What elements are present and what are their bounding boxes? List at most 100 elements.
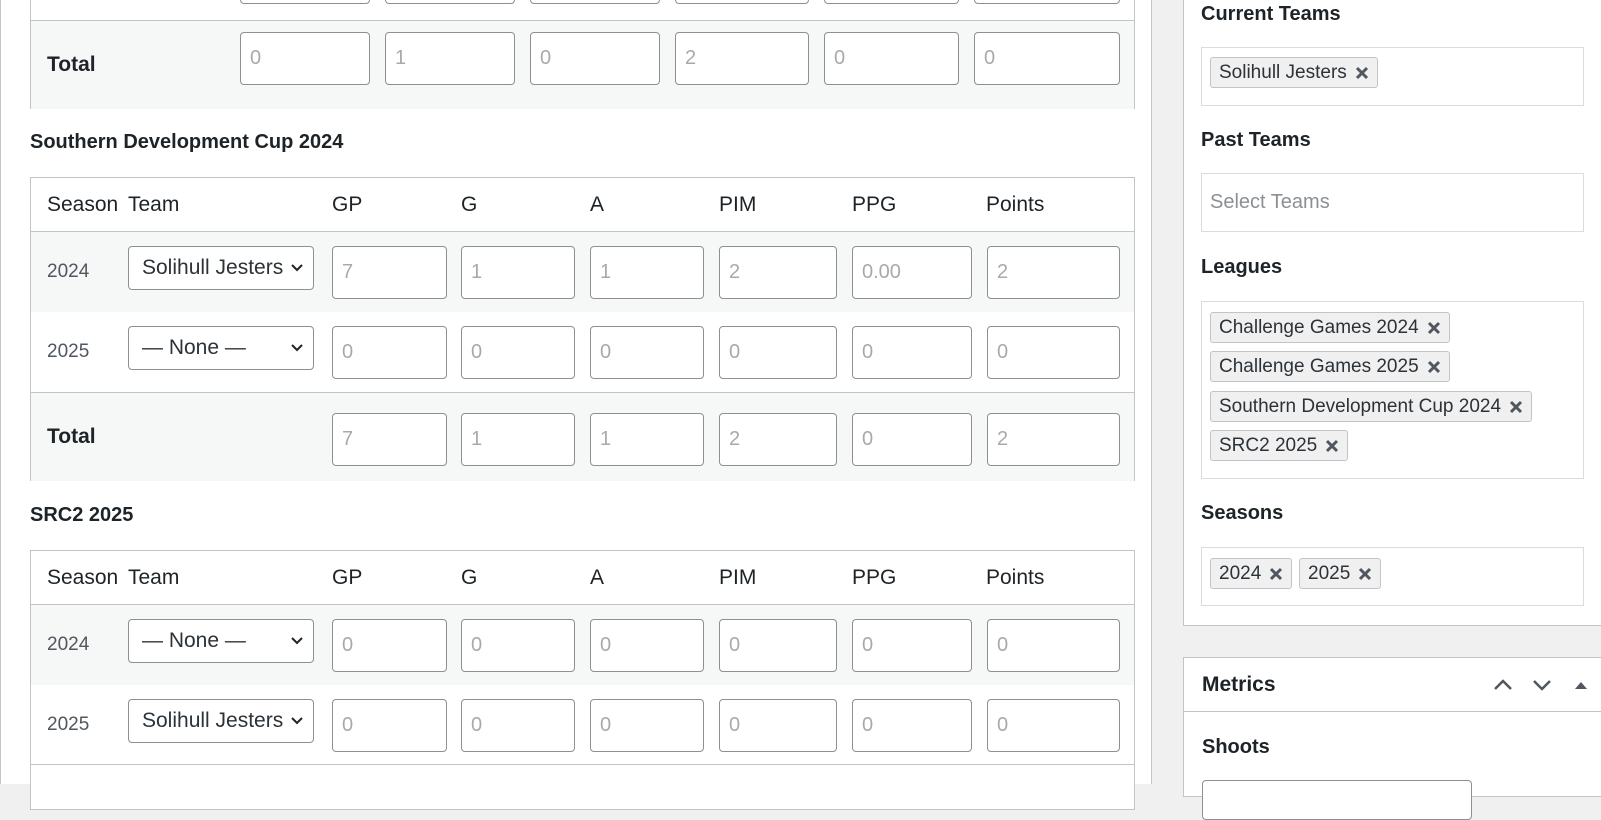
season-cell: 2024 bbox=[47, 261, 90, 282]
total-gp-input[interactable]: 7 bbox=[332, 413, 447, 466]
ppg-input[interactable] bbox=[824, 0, 959, 4]
stats-table-src2: Season Team GP G A PIM PPG Points 2024 —… bbox=[30, 550, 1135, 810]
past-teams-field[interactable]: Select Teams bbox=[1201, 173, 1584, 232]
league-chip: SRC2 2025 bbox=[1210, 430, 1349, 461]
total-label: Total bbox=[47, 425, 96, 448]
total-a-input[interactable]: 1 bbox=[590, 413, 704, 466]
chip-label: Challenge Games 2024 bbox=[1219, 317, 1419, 338]
chevron-down-icon bbox=[291, 637, 303, 645]
seasons-field[interactable]: 2024 2025 bbox=[1201, 547, 1584, 606]
points-input[interactable]: 0 bbox=[987, 699, 1120, 752]
total-points-input[interactable]: 2 bbox=[987, 413, 1120, 466]
close-icon[interactable] bbox=[1269, 567, 1283, 581]
ppg-input[interactable]: 0.00 bbox=[852, 246, 972, 299]
table-row: 2024 Solihull Jesters 7 1 1 2 0.00 2 bbox=[31, 232, 1134, 312]
table-row-partial bbox=[31, 0, 1134, 21]
a-input[interactable]: 0 bbox=[590, 326, 704, 379]
g-input[interactable]: 1 bbox=[461, 246, 575, 299]
pim-input[interactable] bbox=[675, 0, 809, 4]
header-season: Season bbox=[47, 565, 119, 589]
team-select[interactable]: — None — bbox=[128, 619, 314, 663]
season-cell: 2025 bbox=[47, 713, 90, 735]
points-input[interactable]: 2 bbox=[987, 246, 1120, 299]
chevron-down-icon[interactable] bbox=[1531, 674, 1553, 696]
header-points: Points bbox=[986, 192, 1045, 216]
table-header: Season Team GP G A PIM PPG Points bbox=[31, 178, 1134, 232]
team-select[interactable]: Solihull Jesters bbox=[128, 246, 314, 290]
chip-label: 2025 bbox=[1308, 563, 1351, 584]
total-row: Total 0 1 0 2 0 0 bbox=[31, 21, 1134, 109]
points-input[interactable]: 0 bbox=[987, 619, 1120, 672]
ppg-input[interactable]: 0 bbox=[852, 326, 972, 379]
chevron-down-icon bbox=[291, 717, 303, 725]
league-chip: Challenge Games 2024 bbox=[1210, 312, 1450, 343]
a-input[interactable]: 0 bbox=[590, 619, 704, 672]
g-input[interactable]: 0 bbox=[461, 699, 575, 752]
header-gp: GP bbox=[332, 192, 363, 216]
season-chip: 2025 bbox=[1299, 558, 1382, 589]
season-cell: 2025 bbox=[47, 341, 90, 362]
current-teams-field[interactable]: Solihull Jesters bbox=[1201, 47, 1584, 106]
table-row: 2025 — None — 0 0 0 0 0 0 bbox=[31, 312, 1134, 392]
stats-table-sdc: Season Team GP G A PIM PPG Points 2024 S… bbox=[30, 177, 1135, 481]
total-g-input[interactable]: 1 bbox=[385, 32, 515, 85]
gp-input[interactable]: 7 bbox=[332, 246, 447, 299]
a-input[interactable]: 0 bbox=[590, 699, 704, 752]
gp-input[interactable]: 0 bbox=[332, 619, 447, 672]
table-header: Season Team GP G A PIM PPG Points bbox=[31, 551, 1134, 605]
section-title-src2: SRC2 2025 bbox=[30, 504, 134, 526]
leagues-field[interactable]: Challenge Games 2024 Challenge Games 202… bbox=[1201, 301, 1584, 479]
total-a-input[interactable]: 0 bbox=[530, 32, 660, 85]
team-chip: Solihull Jesters bbox=[1210, 57, 1378, 88]
gp-input[interactable] bbox=[240, 0, 370, 4]
total-gp-input[interactable]: 0 bbox=[240, 32, 370, 85]
pim-input[interactable]: 0 bbox=[719, 326, 837, 379]
team-select-value: — None — bbox=[142, 336, 246, 359]
points-input[interactable] bbox=[974, 0, 1120, 4]
close-icon[interactable] bbox=[1427, 360, 1441, 374]
header-pim: PIM bbox=[719, 192, 757, 216]
total-pim-input[interactable]: 2 bbox=[675, 32, 809, 85]
ppg-input[interactable]: 0 bbox=[852, 699, 972, 752]
total-ppg-input[interactable]: 0 bbox=[824, 32, 959, 85]
gp-input[interactable]: 0 bbox=[332, 699, 447, 752]
header-pim: PIM bbox=[719, 565, 757, 589]
close-icon[interactable] bbox=[1325, 439, 1339, 453]
close-icon[interactable] bbox=[1427, 321, 1441, 335]
chevron-up-icon[interactable] bbox=[1492, 674, 1514, 696]
triangle-up-icon[interactable] bbox=[1570, 674, 1592, 696]
gp-input[interactable]: 0 bbox=[332, 326, 447, 379]
pim-input[interactable]: 0 bbox=[719, 699, 837, 752]
close-icon[interactable] bbox=[1358, 567, 1372, 581]
total-pim-input[interactable]: 2 bbox=[719, 413, 837, 466]
header-gp: GP bbox=[332, 565, 363, 589]
header-ppg: PPG bbox=[852, 565, 897, 589]
close-icon[interactable] bbox=[1509, 400, 1523, 414]
chip-label: SRC2 2025 bbox=[1219, 435, 1318, 456]
header-season: Season bbox=[47, 192, 119, 216]
chevron-down-icon bbox=[291, 264, 303, 272]
total-ppg-input[interactable]: 0 bbox=[852, 413, 972, 466]
pim-input[interactable]: 2 bbox=[719, 246, 837, 299]
league-chip: Southern Development Cup 2024 bbox=[1210, 391, 1533, 422]
a-input[interactable] bbox=[530, 0, 660, 4]
pim-input[interactable]: 0 bbox=[719, 619, 837, 672]
g-input[interactable] bbox=[385, 0, 515, 4]
chevron-down-icon bbox=[291, 344, 303, 352]
shoots-select[interactable] bbox=[1202, 780, 1472, 820]
team-select[interactable]: Solihull Jesters bbox=[128, 699, 314, 743]
season-chip: 2024 bbox=[1210, 558, 1293, 589]
a-input[interactable]: 1 bbox=[590, 246, 704, 299]
header-points: Points bbox=[986, 565, 1045, 589]
team-select[interactable]: — None — bbox=[128, 326, 314, 370]
total-points-input[interactable]: 0 bbox=[974, 32, 1120, 85]
metrics-header[interactable]: Metrics bbox=[1184, 658, 1601, 712]
g-input[interactable]: 0 bbox=[461, 326, 575, 379]
g-input[interactable]: 0 bbox=[461, 619, 575, 672]
points-input[interactable]: 0 bbox=[987, 326, 1120, 379]
total-g-input[interactable]: 1 bbox=[461, 413, 575, 466]
close-icon[interactable] bbox=[1355, 66, 1369, 80]
player-statistics-panel: Total 0 1 0 2 0 0 Southern Development C… bbox=[0, 0, 1152, 810]
ppg-input[interactable]: 0 bbox=[852, 619, 972, 672]
leagues-label: Leagues bbox=[1201, 256, 1283, 278]
